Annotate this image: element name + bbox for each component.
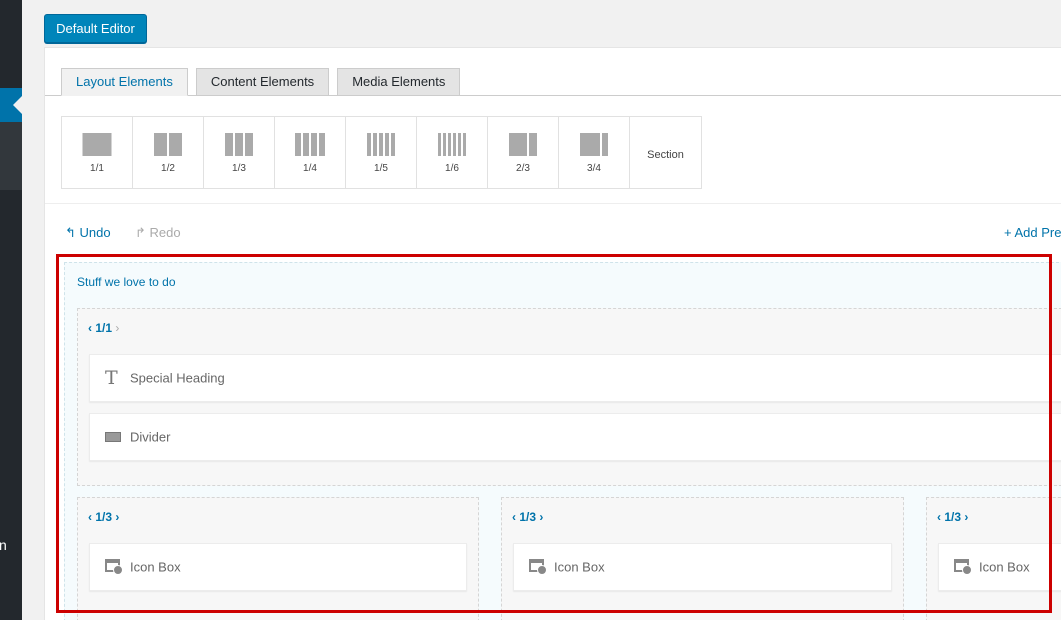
column-size-label: 1/3 [519,510,537,524]
admin-menu-label[interactable]: n [0,537,7,553]
layout-element-label: 1/3 [232,163,246,174]
layout-element-label: 1/2 [161,163,175,174]
add-preset-label: Add Pre [1014,225,1061,240]
tab-content-elements[interactable]: Content Elements [195,68,330,96]
column-3-4-icon [580,133,608,156]
add-preset-button[interactable]: + Add Pre [1004,225,1061,240]
column-size-label: 1/3 [95,510,113,524]
tab-layout-elements[interactable]: Layout Elements [61,68,188,96]
column-1-1-icon [82,133,112,156]
layout-element-label: 1/4 [303,163,317,174]
active-menu-arrow-icon [13,96,22,114]
element-divider[interactable]: Divider [89,413,1061,461]
chevron-right-icon[interactable]: › [539,510,543,524]
admin-sidebar: n [0,0,22,620]
column-2-3-icon [509,133,537,156]
layout-element-label: 1/6 [445,163,459,174]
column-size-label: 1/3 [944,510,962,524]
layout-element-label: 1/1 [90,163,104,174]
column-1-4-icon [295,133,325,156]
icon-box-icon [954,557,972,577]
section-title[interactable]: Stuff we love to do [77,275,176,289]
chevron-left-icon[interactable]: ‹ [937,510,941,524]
layout-element-label: Section [647,149,684,161]
redo-button[interactable]: ↱ Redo [135,225,181,241]
layout-element-1-1[interactable]: 1/1 [62,117,133,188]
default-editor-button[interactable]: Default Editor [44,14,147,43]
column-size-control: ‹ 1/3 › [937,510,968,524]
element-label: Icon Box [979,559,1030,575]
layout-element-1-3[interactable]: 1/3 [204,117,275,188]
redo-label: Redo [149,225,181,240]
redo-icon: ↱ [135,225,146,240]
layout-element-section[interactable]: Section [630,117,701,188]
tab-media-elements[interactable]: Media Elements [337,68,461,96]
column-size-label: 1/1 [95,321,113,335]
element-label: Divider [130,429,171,445]
toolbar-divider [45,203,1061,204]
admin-submenu [0,122,22,190]
undo-label: Undo [79,225,111,240]
chevron-left-icon[interactable]: ‹ [88,510,92,524]
undo-button[interactable]: ↰ Undo [65,225,111,241]
element-label: Icon Box [554,559,605,575]
icon-box-icon [105,557,123,577]
chevron-right-icon[interactable]: › [964,510,968,524]
column-size-control: ‹ 1/1 › [88,321,119,335]
layout-element-1-6[interactable]: 1/6 [417,117,488,188]
chevron-left-icon[interactable]: ‹ [88,321,92,335]
column-size-control: ‹ 1/3 › [512,510,543,524]
layout-element-label: 3/4 [587,163,601,174]
layout-elements-grid: 1/1 1/2 1/3 1/4 1/5 1/6 2/3 3/4 Section [61,116,702,189]
layout-element-3-4[interactable]: 3/4 [559,117,630,188]
layout-element-1-4[interactable]: 1/4 [275,117,346,188]
layout-element-label: 2/3 [516,163,530,174]
element-tabs: Layout Elements Content Elements Media E… [61,68,468,96]
column-1-6-icon [438,133,466,156]
column-1-3-icon [225,133,253,156]
element-icon-box[interactable]: Icon Box [938,543,1061,591]
element-label: Special Heading [130,370,225,386]
layout-element-2-3[interactable]: 2/3 [488,117,559,188]
element-icon-box[interactable]: Icon Box [513,543,892,591]
icon-box-icon [529,557,547,577]
text-icon: T [105,367,118,389]
chevron-right-icon[interactable]: › [115,321,119,335]
element-special-heading[interactable]: T Special Heading [89,354,1061,402]
layout-element-label: 1/5 [374,163,388,174]
undo-icon: ↰ [65,225,76,240]
layout-element-1-2[interactable]: 1/2 [133,117,204,188]
element-label: Icon Box [130,559,181,575]
layout-element-1-5[interactable]: 1/5 [346,117,417,188]
column-1-2-icon [154,133,182,156]
chevron-left-icon[interactable]: ‹ [512,510,516,524]
plus-icon: + [1004,225,1012,240]
divider-icon [105,427,121,447]
column-size-control: ‹ 1/3 › [88,510,119,524]
chevron-right-icon[interactable]: › [115,510,119,524]
element-icon-box[interactable]: Icon Box [89,543,467,591]
column-1-5-icon [367,133,395,156]
